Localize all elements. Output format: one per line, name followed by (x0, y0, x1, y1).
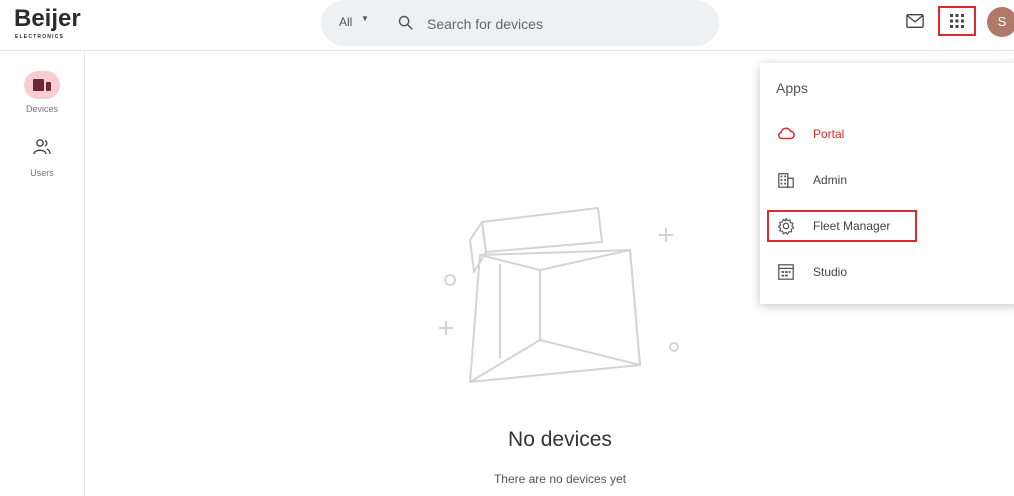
gear-icon (777, 217, 795, 235)
apps-launcher-button[interactable] (938, 6, 976, 36)
logo-subtext: ELECTRONICS (15, 34, 65, 40)
apps-menu: Apps Portal Admin Fleet Manager Studio (760, 63, 1014, 304)
top-bar: Beijer ELECTRONICS All ▼ S (0, 0, 1014, 51)
chevron-down-icon[interactable]: ▼ (361, 14, 369, 23)
empty-state-subtitle: There are no devices yet (493, 472, 627, 486)
sidebar-item-devices[interactable]: Devices (0, 71, 84, 121)
building-icon (778, 173, 794, 188)
search-bar: All ▼ (321, 0, 719, 46)
empty-state-title: No devices (508, 428, 612, 451)
apps-grid-icon (950, 14, 964, 28)
app-item-label: Portal (813, 127, 845, 141)
app-item-label: Studio (813, 265, 848, 279)
beijer-logo[interactable]: Beijer ELECTRONICS (14, 5, 94, 43)
app-item-label: Admin (813, 173, 848, 187)
logo-text: Beijer (14, 5, 81, 32)
avatar[interactable]: S (987, 7, 1014, 37)
app-item-fleet-manager[interactable]: Fleet Manager (760, 209, 1014, 243)
studio-icon (778, 264, 794, 280)
search-icon (398, 15, 413, 30)
search-input[interactable] (425, 11, 699, 37)
sidebar-item-label: Devices (25, 104, 58, 114)
app-item-studio[interactable]: Studio (760, 255, 1014, 289)
sidebar: Devices Users (0, 51, 85, 496)
app-item-portal[interactable]: Portal (760, 117, 1014, 151)
search-scope-select[interactable]: All (339, 15, 352, 29)
devices-icon (33, 79, 51, 91)
mail-icon[interactable] (906, 13, 924, 29)
sidebar-item-label: Users (30, 168, 54, 178)
users-icon (33, 139, 51, 155)
empty-box-illustration (439, 207, 679, 383)
cloud-icon (778, 127, 795, 140)
app-item-label: Fleet Manager (813, 219, 891, 233)
sidebar-item-users[interactable]: Users (0, 136, 84, 181)
apps-menu-heading: Apps (776, 80, 808, 96)
app-item-admin[interactable]: Admin (760, 163, 1014, 197)
